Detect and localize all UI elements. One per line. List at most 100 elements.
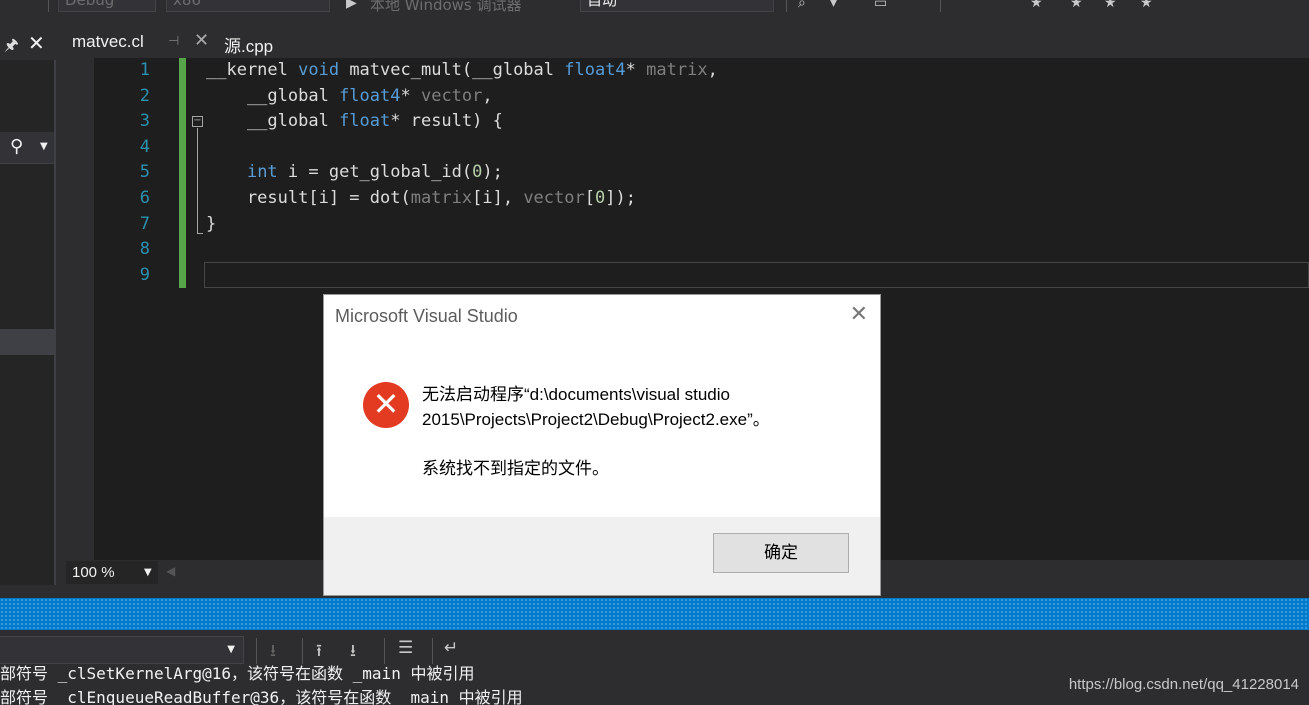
- ok-button[interactable]: 确定: [713, 533, 849, 573]
- dialog-message-line1: 无法启动程序“d:\documents\visual studio: [422, 385, 730, 404]
- bookmark-prev-icon[interactable]: ★: [1070, 0, 1083, 10]
- code-token: [: [584, 188, 595, 208]
- line-number: 9: [139, 264, 150, 285]
- close-icon[interactable]: ✕: [194, 30, 209, 51]
- zoom-value: 100 %: [72, 564, 115, 581]
- toolbar-separator: [48, 0, 49, 12]
- clear-all-icon[interactable]: ☰: [398, 638, 413, 658]
- dialog-detail: 系统找不到指定的文件。: [422, 459, 609, 478]
- code-token: float: [339, 111, 391, 132]
- line-number: 6: [139, 188, 150, 208]
- code-line: __kernel void matvec_mult(__global float…: [206, 60, 718, 80]
- change-tracking-bar: [179, 58, 186, 288]
- collapse-icon[interactable]: −: [192, 116, 203, 127]
- fold-guide: [197, 128, 198, 234]
- dialog-message-line2: 2015\Projects\Project2\Debug\Project2.ex…: [422, 410, 770, 429]
- code-token: vector: [420, 85, 483, 106]
- toolbar-separator: [940, 0, 941, 12]
- play-icon[interactable]: ▶: [346, 0, 357, 10]
- pin-icon[interactable]: 🖈: [4, 34, 19, 61]
- code-token: 0: [472, 162, 483, 183]
- main-toolbar: Debug x86 ▶ 本地 Windows 调试器 自动 ⌕ ▾ ▭ ★ ★ …: [0, 0, 1309, 14]
- dialog-message: 无法启动程序“d:\documents\visual studio 2015\P…: [422, 382, 842, 432]
- window-icon[interactable]: ▭: [874, 0, 887, 10]
- code-token: *: [400, 85, 421, 106]
- dialog-footer: 确定: [324, 517, 880, 595]
- bookmark-clear-icon[interactable]: ★: [1140, 0, 1153, 10]
- line-number: 3: [139, 111, 150, 132]
- tab-matvec-cl[interactable]: matvec.cl ⊣ ✕: [60, 28, 220, 58]
- code-line: result[i] = dot(matrix[i], vector[0]);: [206, 188, 636, 208]
- code-token: __global: [206, 85, 340, 106]
- line-number: 5: [139, 162, 150, 183]
- code-token: matrix: [646, 60, 708, 80]
- status-bar: [0, 598, 1309, 630]
- code-token: ,: [482, 85, 493, 106]
- close-icon[interactable]: ✕: [28, 31, 45, 55]
- bookmark-icon[interactable]: ★: [1030, 0, 1043, 10]
- code-line: }: [206, 214, 216, 234]
- code-token: __kernel: [206, 60, 299, 80]
- chevron-down-icon[interactable]: ▾: [830, 0, 837, 10]
- word-wrap-icon[interactable]: ↵: [444, 638, 458, 658]
- code-token: int: [246, 162, 278, 183]
- panel-divider: [54, 60, 56, 585]
- code-token: result[i] = dot(: [206, 188, 411, 208]
- code-token: * result) {: [390, 111, 503, 132]
- code-token: ]);: [605, 188, 636, 208]
- tab-label: 源.cpp: [224, 37, 274, 56]
- fold-guide-end: [197, 233, 203, 234]
- code-token: void: [298, 60, 340, 80]
- code-token: float4: [339, 85, 401, 106]
- toolbar-separator: [786, 0, 787, 12]
- code-token: );: [482, 162, 503, 183]
- panel-search-box[interactable]: ⚲ ▼: [0, 132, 56, 164]
- code-token: float4: [564, 60, 626, 80]
- error-icon: ✕: [363, 382, 409, 428]
- start-debugger-button[interactable]: 本地 Windows 调试器: [370, 0, 522, 14]
- code-line: __global float* result) {: [206, 111, 503, 131]
- solution-explorer-panel: 🖈 ✕ ⚲ ▼: [0, 28, 56, 585]
- watermark-text: https://blog.csdn.net/qq_41228014: [1068, 676, 1299, 693]
- error-dialog: Microsoft Visual Studio ✕ ✕ 无法启动程序“d:\do…: [323, 294, 881, 596]
- code-token: }: [206, 213, 217, 234]
- code-token: 0: [594, 188, 606, 208]
- chevron-down-icon: ▼: [227, 644, 235, 655]
- line-number: 8: [139, 239, 150, 260]
- pin-icon[interactable]: ⊣: [168, 34, 179, 49]
- line-number: 4: [139, 136, 150, 157]
- code-token: ,: [707, 60, 718, 80]
- tab-label: matvec.cl: [72, 32, 144, 51]
- platform-dropdown[interactable]: x86: [166, 0, 330, 12]
- code-token: vector: [523, 188, 585, 208]
- zoom-dropdown[interactable]: 100 % ▼: [66, 561, 158, 584]
- solution-config-dropdown[interactable]: Debug: [58, 0, 156, 12]
- code-token: [i],: [472, 188, 524, 208]
- dialog-title: Microsoft Visual Studio: [335, 306, 518, 326]
- glyph-margin: [66, 58, 94, 560]
- code-token: *: [625, 60, 647, 80]
- line-number: 1: [139, 60, 150, 80]
- tab-source-cpp[interactable]: 源.cpp: [220, 28, 300, 58]
- code-token: matrix: [410, 188, 473, 208]
- document-tabs: matvec.cl ⊣ ✕ 源.cpp: [60, 28, 1309, 58]
- code-line: int i = get_global_id(0);: [206, 162, 503, 182]
- code-token: i = get_global_id(: [277, 162, 473, 183]
- chevron-down-icon[interactable]: ▼: [40, 141, 48, 152]
- find-icon[interactable]: ⌕: [798, 0, 806, 10]
- code-line: __global float4* vector,: [206, 86, 493, 106]
- code-token: matvec_mult(__global: [339, 60, 565, 80]
- code-token: __global: [206, 111, 340, 132]
- close-icon[interactable]: ✕: [850, 304, 868, 326]
- selected-tree-item[interactable]: [0, 329, 56, 355]
- line-number: 2: [139, 85, 150, 106]
- panel-header: 🖈 ✕: [0, 28, 56, 60]
- chevron-down-icon: ▼: [144, 567, 152, 578]
- bookmark-next-icon[interactable]: ★: [1104, 0, 1117, 10]
- current-line-highlight: [204, 262, 1309, 288]
- search-icon[interactable]: ⚲: [10, 136, 23, 157]
- line-number: 7: [139, 213, 150, 234]
- scroll-left-icon[interactable]: ◀: [166, 564, 175, 578]
- debug-mode-dropdown[interactable]: 自动: [580, 0, 774, 12]
